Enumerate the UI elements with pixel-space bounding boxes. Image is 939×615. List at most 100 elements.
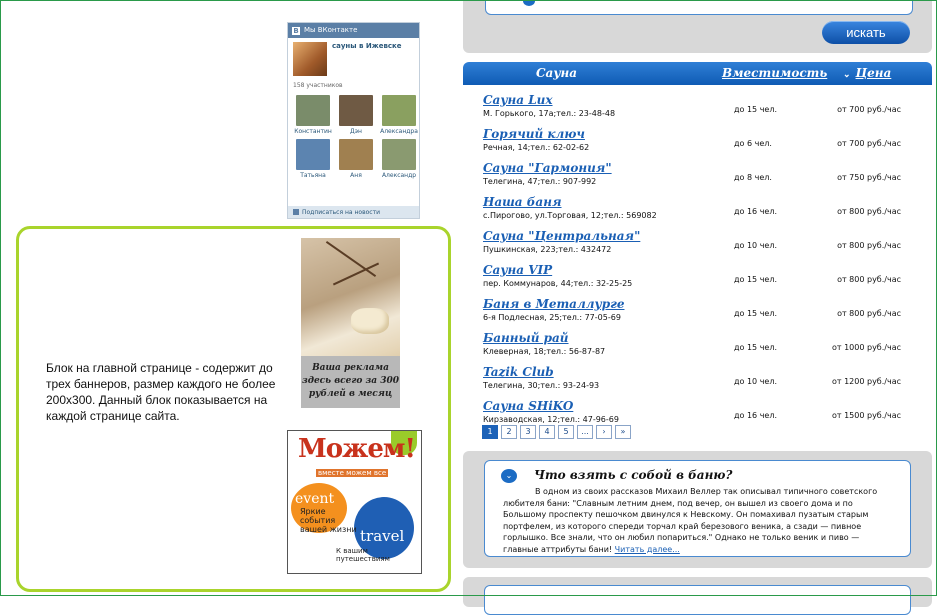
- bullet-icon: [523, 0, 535, 6]
- article-body: В одном из своих рассказов Михаил Веллер…: [503, 487, 878, 554]
- sauna-price: от 700 руб./час: [837, 105, 901, 114]
- soap-decoration: [351, 308, 389, 334]
- event-label: event: [295, 491, 335, 507]
- sauna-capacity: до 15 чел.: [734, 105, 777, 114]
- table-row: Банный рай Клеверная, 18;тел.: 56-87-87 до…: [483, 331, 923, 365]
- vk-person[interactable]: Татьяна: [293, 139, 333, 179]
- sauna-price: от 800 руб./час: [837, 241, 901, 250]
- sauna-price: от 800 руб./час: [837, 275, 901, 284]
- table-row: Сауна "Центральная" Пушкинская, 223;тел.:…: [483, 229, 923, 263]
- table-row: Наша баня с.Пирогово, ул.Торговая, 12;тел…: [483, 195, 923, 229]
- sauna-capacity: до 6 чел.: [734, 139, 772, 148]
- vk-person-name[interactable]: Александра: [379, 128, 419, 135]
- article-box: ⌄ Что взять с собой в баню? В одном из с…: [484, 460, 911, 557]
- banner-block-description: Блок на главной странице - содержит до т…: [46, 361, 276, 423]
- page-2[interactable]: 2: [501, 425, 517, 439]
- vk-person[interactable]: Константин: [293, 95, 333, 135]
- vk-person-name[interactable]: Дэн: [336, 128, 376, 135]
- twig-decoration: [325, 240, 377, 278]
- travel-text: К вашим путешествиям: [336, 547, 390, 563]
- page-1[interactable]: 1: [482, 425, 498, 439]
- sauna-price: от 800 руб./час: [837, 309, 901, 318]
- bottom-box: [484, 585, 911, 615]
- vk-person-avatar[interactable]: [339, 95, 373, 126]
- search-form-box: [485, 0, 913, 15]
- sauna-capacity: до 8 чел.: [734, 173, 772, 182]
- sauna-price: от 1500 руб./час: [831, 411, 901, 420]
- banner-block: Блок на главной странице - содержит до т…: [16, 226, 451, 592]
- article-text: В одном из своих рассказов Михаил Веллер…: [503, 486, 896, 555]
- page-next[interactable]: ›: [596, 425, 612, 439]
- vk-header-title: Мы ВКонтакте: [304, 26, 358, 34]
- vk-person-avatar[interactable]: [382, 95, 416, 126]
- vk-person-avatar[interactable]: [339, 139, 373, 170]
- page-3[interactable]: 3: [520, 425, 536, 439]
- column-header-price[interactable]: ⌄ Цена: [843, 66, 891, 80]
- checkbox-icon[interactable]: [293, 209, 299, 215]
- ad2-title: Можем!: [298, 434, 416, 464]
- sauna-price: от 800 руб./час: [837, 207, 901, 216]
- vk-person-name[interactable]: Татьяна: [293, 172, 333, 179]
- search-button[interactable]: искать: [822, 21, 910, 44]
- table-row: Горячий ключ Речная, 14;тел.: 62-02-62 до …: [483, 127, 923, 161]
- vk-group-name[interactable]: сауны в Ижевске: [332, 42, 402, 76]
- ad-banner-mozhem[interactable]: Можем! вместе можем все event travel Ярк…: [287, 430, 422, 574]
- travel-label: travel: [360, 527, 405, 545]
- column-header-price-label[interactable]: Цена: [856, 66, 892, 80]
- vk-subscribe-label[interactable]: Подписаться на новости: [302, 209, 380, 216]
- page-ellipsis[interactable]: ...: [577, 425, 593, 439]
- search-panel: искать: [463, 0, 932, 53]
- vk-group-avatar[interactable]: [293, 42, 327, 76]
- table-row: Сауна "Гармония" Телегина, 47;тел.: 907-9…: [483, 161, 923, 195]
- ad-banner-caption[interactable]: Ваша реклама здесь всего за 300 рублей в…: [301, 356, 400, 408]
- vk-person[interactable]: Александра: [379, 95, 419, 135]
- vk-person-avatar[interactable]: [296, 139, 330, 170]
- sauna-capacity: до 16 чел.: [734, 207, 777, 216]
- article-panel: ⌄ Что взять с собой в баню? В одном из с…: [463, 451, 932, 568]
- sauna-price: от 1000 руб./час: [831, 343, 901, 352]
- vk-person[interactable]: Аня: [336, 139, 376, 179]
- ad2-subtitle: вместе можем все: [316, 469, 389, 477]
- vk-subscribe[interactable]: Подписаться на новости: [288, 206, 419, 218]
- sauna-capacity: до 15 чел.: [734, 275, 777, 284]
- table-row: Сауна Lux М. Горького, 17а;тел.: 23-48-48…: [483, 93, 923, 127]
- vk-header: В Мы ВКонтакте: [288, 23, 419, 38]
- table-row: Сауна VIP пер. Коммунаров, 44;тел.: 32-25…: [483, 263, 923, 297]
- event-text: Яркие события вашей жизни: [300, 507, 357, 534]
- page-5[interactable]: 5: [558, 425, 574, 439]
- ad-banner-placeholder[interactable]: Ваша реклама здесь всего за 300 рублей в…: [301, 238, 400, 408]
- vk-group[interactable]: сауны в Ижевске: [288, 38, 419, 80]
- sauna-price: от 1200 руб./час: [831, 377, 901, 386]
- sort-arrow-icon[interactable]: ⌄: [843, 70, 851, 80]
- sauna-capacity: до 15 чел.: [734, 343, 777, 352]
- sauna-capacity: до 10 чел.: [734, 377, 777, 386]
- vk-person[interactable]: Дэн: [336, 95, 376, 135]
- column-header-sauna[interactable]: Сауна: [536, 66, 577, 80]
- read-more-link[interactable]: Читать далее...: [615, 545, 680, 554]
- sauna-price: от 700 руб./час: [837, 139, 901, 148]
- page-4[interactable]: 4: [539, 425, 555, 439]
- vk-logo-icon: В: [292, 26, 300, 35]
- page-last[interactable]: »: [615, 425, 631, 439]
- vk-widget[interactable]: В Мы ВКонтакте сауны в Ижевске 158 участ…: [287, 22, 420, 219]
- vk-person[interactable]: Александр: [379, 139, 419, 179]
- table-row: Баня в Металлурге 6-я Подлесная, 25;тел.:…: [483, 297, 923, 331]
- article-title: Что взять с собой в баню?: [534, 468, 733, 482]
- sauna-table: Сауна Lux М. Горького, 17а;тел.: 23-48-48…: [483, 93, 923, 433]
- vk-person-avatar[interactable]: [382, 139, 416, 170]
- sauna-capacity: до 16 чел.: [734, 411, 777, 420]
- vk-people-grid: Константин Дэн Александра Татьяна Аня Ал…: [288, 89, 419, 179]
- vk-person-name[interactable]: Александр: [379, 172, 419, 179]
- vk-person-name[interactable]: Аня: [336, 172, 376, 179]
- pagination: 1 2 3 4 5 ... › »: [482, 425, 631, 439]
- bottom-panel: [463, 577, 932, 615]
- sauna-price: от 750 руб./час: [837, 173, 901, 182]
- vk-person-name[interactable]: Константин: [293, 128, 333, 135]
- chevron-down-icon[interactable]: ⌄: [501, 469, 517, 483]
- column-header-capacity[interactable]: Вместимость: [722, 66, 827, 80]
- sauna-capacity: до 10 чел.: [734, 241, 777, 250]
- sauna-table-header: Сауна Вместимость ⌄ Цена: [463, 62, 932, 85]
- sauna-capacity: до 15 чел.: [734, 309, 777, 318]
- vk-person-avatar[interactable]: [296, 95, 330, 126]
- vk-members-count: 158 участников: [293, 82, 343, 89]
